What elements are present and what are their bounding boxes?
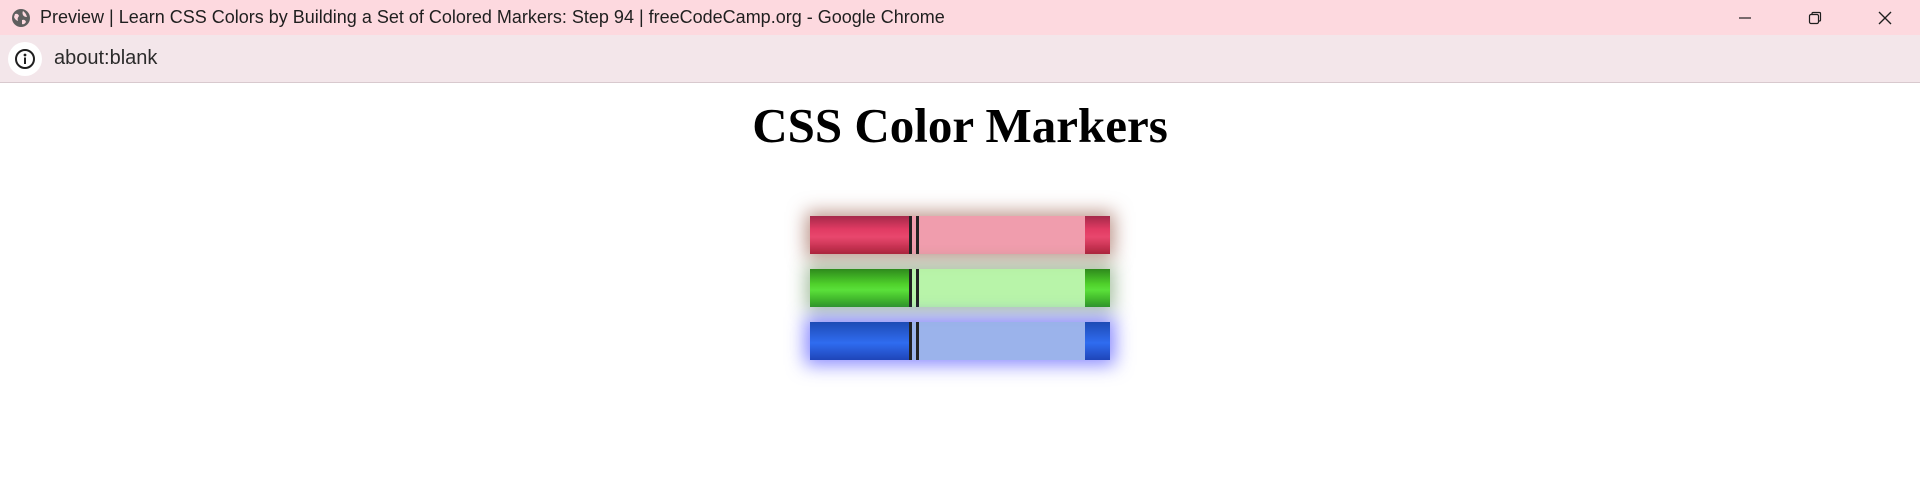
close-button[interactable] — [1850, 0, 1920, 35]
marker-red — [810, 216, 1110, 254]
restore-button[interactable] — [1780, 0, 1850, 35]
marker-blue — [810, 322, 1110, 360]
globe-icon — [10, 7, 32, 29]
page-title: CSS Color Markers — [752, 98, 1168, 153]
marker-sleeve — [909, 269, 1085, 307]
page-content: CSS Color Markers — [0, 83, 1920, 496]
marker-cap — [810, 322, 909, 360]
marker-sleeve — [909, 216, 1085, 254]
marker-cap — [810, 216, 909, 254]
browser-window: Preview | Learn CSS Colors by Building a… — [0, 0, 1920, 496]
marker-tip — [1085, 216, 1110, 254]
marker-tip — [1085, 322, 1110, 360]
marker-green — [810, 269, 1110, 307]
marker-sleeve — [909, 322, 1085, 360]
site-info-button[interactable] — [8, 41, 42, 76]
url-field[interactable]: about:blank — [54, 47, 157, 70]
markers-container — [810, 216, 1110, 375]
window-controls — [1710, 0, 1920, 35]
title-bar[interactable]: Preview | Learn CSS Colors by Building a… — [0, 0, 1920, 35]
window-title: Preview | Learn CSS Colors by Building a… — [40, 7, 945, 27]
marker-tip — [1085, 269, 1110, 307]
address-bar: about:blank — [0, 35, 1920, 83]
close-icon — [1878, 11, 1892, 24]
restore-icon — [1808, 11, 1822, 24]
minimize-icon — [1739, 16, 1751, 19]
marker-cap — [810, 269, 909, 307]
minimize-button[interactable] — [1710, 0, 1780, 35]
info-icon — [15, 48, 35, 69]
